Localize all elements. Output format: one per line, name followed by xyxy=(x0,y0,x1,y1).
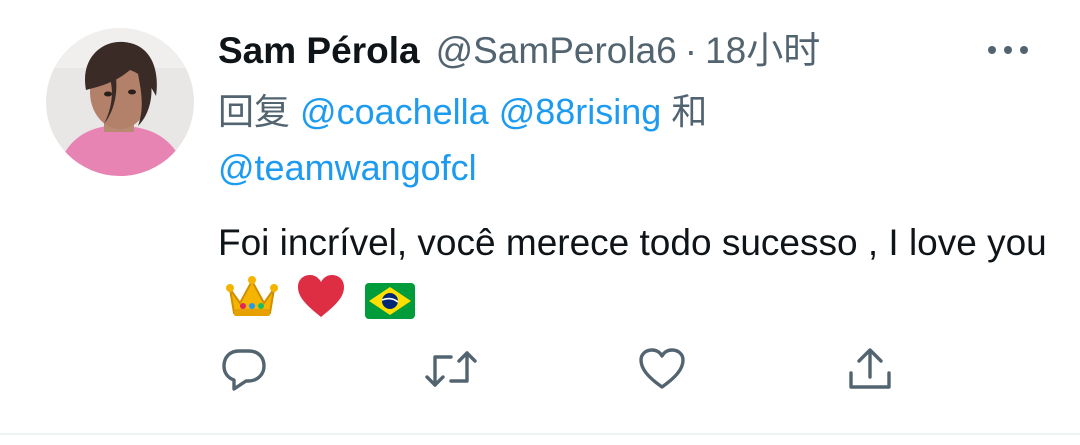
red-heart-emoji xyxy=(296,273,346,334)
more-options-button[interactable] xyxy=(984,30,1032,70)
reply-joiner: 和 xyxy=(671,91,708,132)
tweet-header: Sam Pérola @SamPerola6 · 18小时 xyxy=(218,26,820,76)
tweet-body: Foi incrível, você merece todo sucesso ,… xyxy=(218,222,1047,263)
mention-coachella[interactable]: @coachella xyxy=(300,91,489,132)
reply-icon xyxy=(222,349,266,391)
avatar-photo xyxy=(46,28,194,176)
retweet-icon xyxy=(425,351,477,387)
tweet-card[interactable]: Sam Pérola @SamPerola6 · 18小时 回复 @coache… xyxy=(0,0,1080,433)
share-icon xyxy=(849,348,891,389)
user-handle[interactable]: @SamPerola6 xyxy=(436,26,677,76)
mention-teamwangofcl[interactable]: @teamwangofcl xyxy=(218,147,477,188)
display-name[interactable]: Sam Pérola xyxy=(218,26,420,76)
crown-emoji xyxy=(226,275,278,334)
avatar[interactable] xyxy=(46,28,194,176)
reply-button[interactable] xyxy=(218,344,270,394)
like-icon xyxy=(639,348,685,389)
retweet-button[interactable] xyxy=(425,344,477,394)
bottom-divider xyxy=(0,433,1080,435)
reply-context: 回复 @coachella @88rising 和 @teamwangofcl xyxy=(218,84,818,196)
mention-88rising[interactable]: @88rising xyxy=(499,91,662,132)
brazil-flag-emoji xyxy=(364,280,415,334)
like-button[interactable] xyxy=(636,344,688,394)
tweet-actions xyxy=(218,344,918,394)
header-separator: · xyxy=(684,30,698,71)
reply-prefix: 回复 xyxy=(218,91,291,132)
share-button[interactable] xyxy=(844,344,896,394)
more-icon xyxy=(988,46,1028,54)
tweet-text: Foi incrível, você merece todo sucesso ,… xyxy=(218,216,1048,334)
tweet-timestamp[interactable]: 18小时 xyxy=(705,26,820,76)
